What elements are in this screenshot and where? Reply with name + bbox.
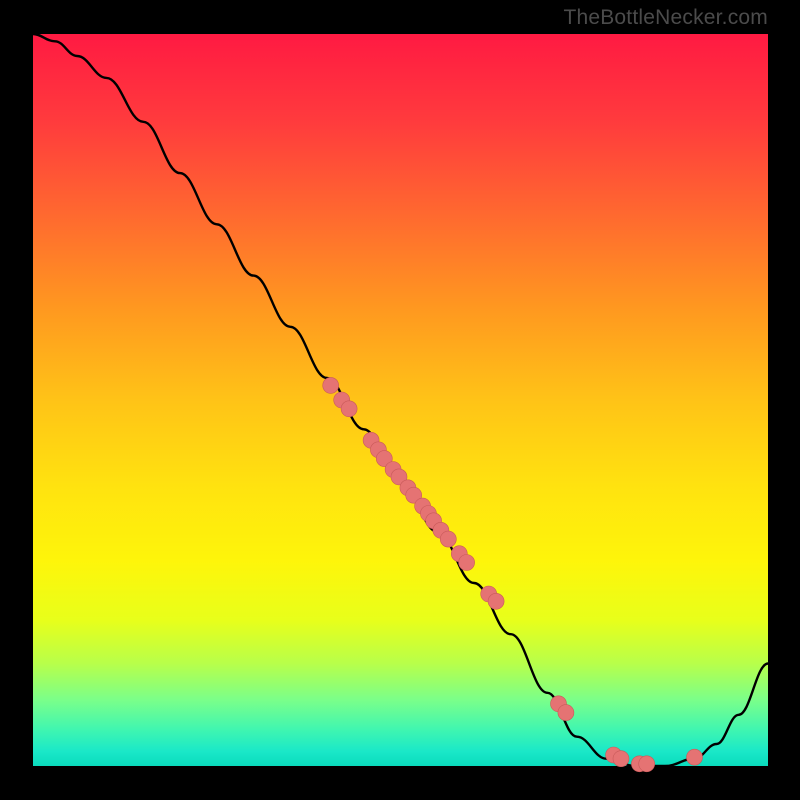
scatter-dot xyxy=(687,749,703,765)
curve-layer xyxy=(33,34,768,766)
scatter-dot xyxy=(459,555,475,571)
watermark-text: TheBottleNecker.com xyxy=(563,6,768,30)
chart-frame: TheBottleNecker.com xyxy=(0,0,800,800)
scatter-dot xyxy=(488,593,504,609)
scatter-dot xyxy=(440,531,456,547)
scatter-dot xyxy=(639,756,655,772)
scatter-dot xyxy=(558,705,574,721)
scatter-layer xyxy=(323,377,703,771)
scatter-dot xyxy=(341,401,357,417)
scatter-dot xyxy=(323,377,339,393)
chart-svg xyxy=(0,0,800,800)
bottleneck-curve xyxy=(33,34,768,766)
scatter-dot xyxy=(613,751,629,767)
